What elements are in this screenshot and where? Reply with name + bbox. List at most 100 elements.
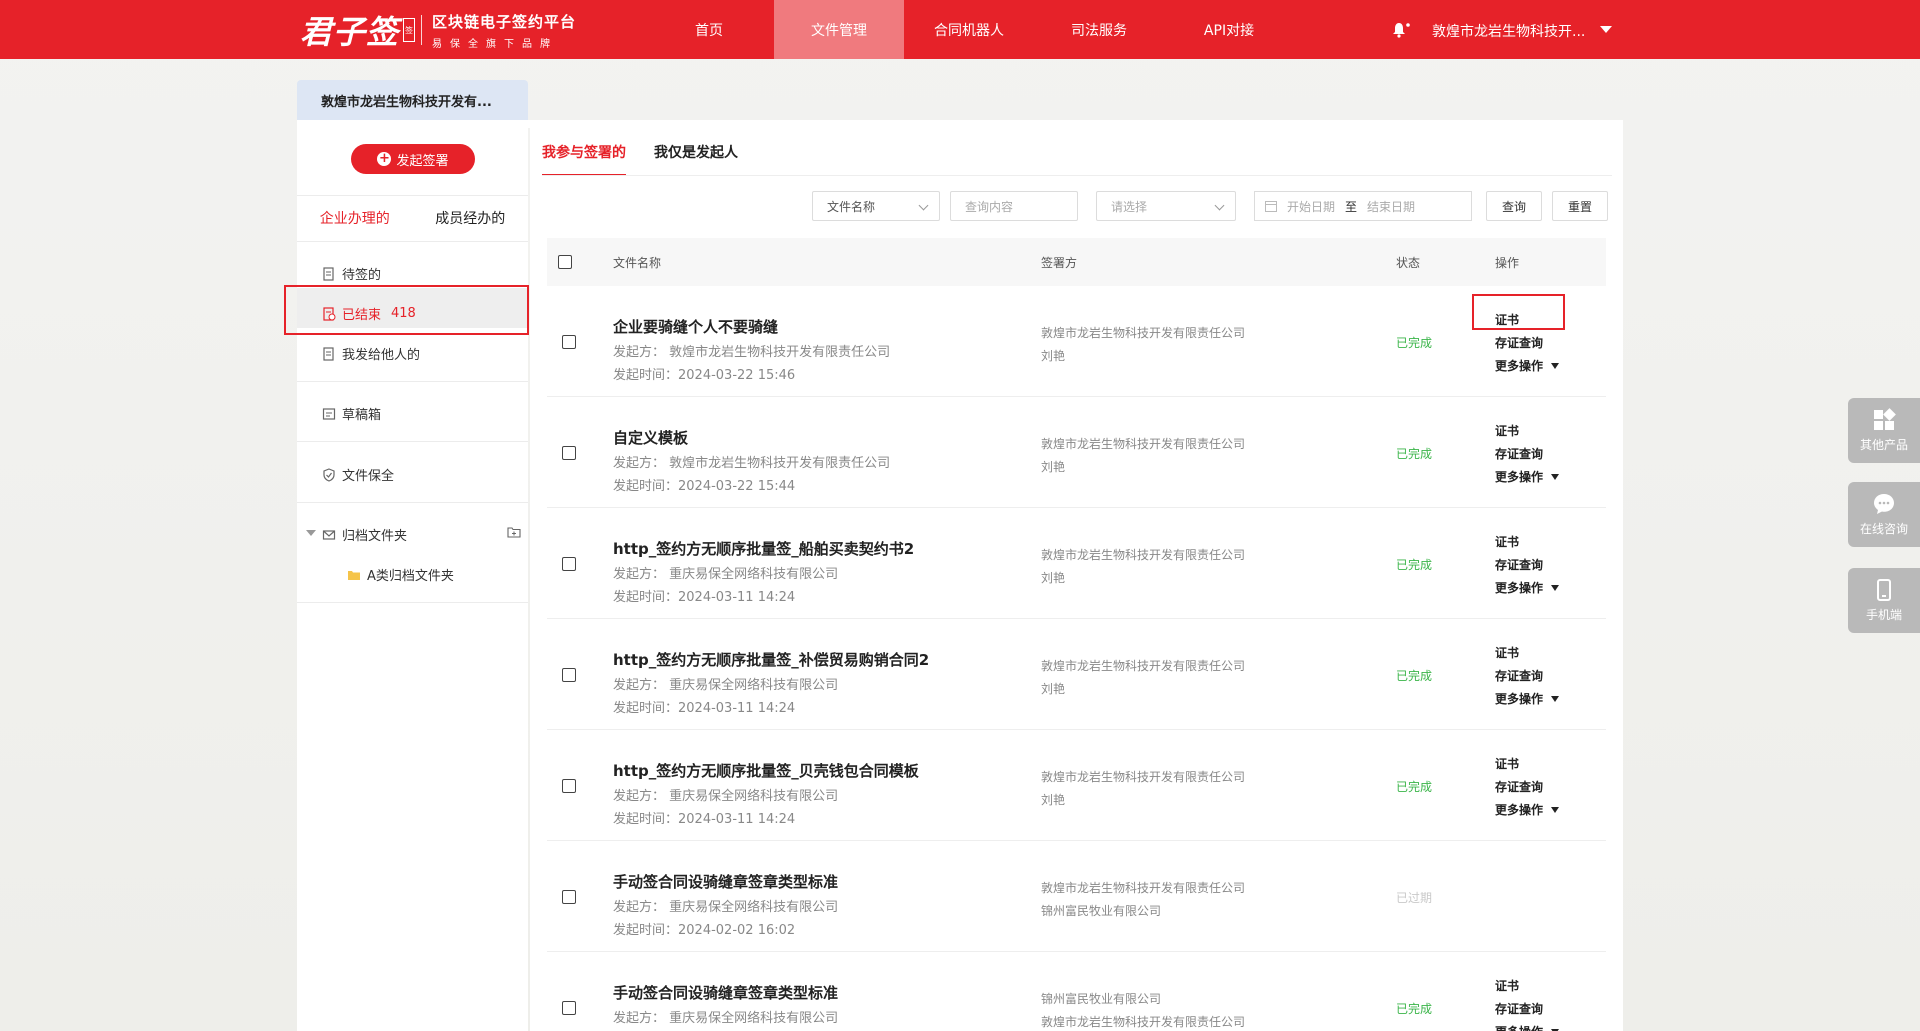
divider	[297, 602, 528, 603]
sidebar-tabs: 企业办理的 成员经办的	[297, 196, 528, 240]
float-mobile[interactable]: 手机端	[1848, 568, 1920, 633]
tab-enterprise-handled[interactable]: 企业办理的	[297, 196, 413, 240]
initiator-label: 发起方：	[613, 789, 666, 804]
table-row[interactable]: 自定义模板 发起方： 敦煌市龙岩生物科技开发有限责任公司 发起时间：2024-03-…	[547, 397, 1606, 508]
header-status: 状态	[1396, 255, 1421, 270]
table-row[interactable]: 手动签合同设骑缝章签章类型标准 发起方： 重庆易保全网络科技有限公司 发起时间：20…	[547, 841, 1606, 952]
more-actions-dropdown[interactable]: 更多操作	[1495, 801, 1560, 818]
sidebar-item-archive-folder[interactable]: 归档文件夹	[322, 525, 407, 544]
time-value: 2024-03-11 14:24	[678, 812, 796, 827]
row-initiator: 发起方： 重庆易保全网络科技有限公司	[613, 563, 838, 582]
sidebar-item-pending[interactable]: 待签的	[322, 264, 381, 283]
evidence-query-link[interactable]: 存证查询	[1495, 778, 1543, 795]
float-online-consult[interactable]: 在线咨询	[1848, 482, 1920, 547]
table-row[interactable]: http_签约方无顺序批量签_补偿贸易购销合同2 发起方： 重庆易保全网络科技有限…	[547, 619, 1606, 730]
logo-divider	[421, 15, 423, 45]
field-select[interactable]: 文件名称	[812, 191, 940, 221]
tab-member-handled[interactable]: 成员经办的	[413, 196, 529, 240]
row-time: 发起时间：2024-02-02 16:02	[613, 919, 795, 938]
more-actions-dropdown[interactable]: 更多操作	[1495, 357, 1560, 374]
initiator-value: 敦煌市龙岩生物科技开发有限责任公司	[669, 345, 891, 360]
top-bar: 君子签 签 区块链电子签约平台 易保全旗下品牌 首页 文件管理 合同机器人 司法…	[0, 0, 1920, 59]
sidebar-item-a-archive[interactable]: A类归档文件夹	[347, 565, 454, 584]
main-nav: 首页 文件管理 合同机器人 司法服务 API对接	[644, 0, 1294, 59]
company-tab[interactable]: 敦煌市龙岩生物科技开发有...	[297, 80, 528, 120]
row-checkbox[interactable]	[562, 779, 576, 793]
main-panel: 我参与签署的 我仅是发起人 文件名称 查询内容 请选择 开始日期 至 结束日期 …	[530, 128, 1623, 1031]
chat-icon	[1874, 494, 1894, 514]
evidence-query-link[interactable]: 存证查询	[1495, 1000, 1543, 1017]
search-button[interactable]: 查询	[1486, 191, 1542, 221]
more-actions-label: 更多操作	[1495, 1025, 1543, 1031]
certificate-link[interactable]: 证书	[1495, 977, 1519, 994]
sidebar-item-file-preservation[interactable]: 文件保全	[322, 465, 394, 484]
folder-icon	[348, 570, 360, 580]
row-checkbox[interactable]	[562, 557, 576, 571]
caret-down-icon[interactable]	[1600, 26, 1612, 33]
sidebar-item-drafts[interactable]: 草稿箱	[322, 404, 381, 423]
nav-contract-robot[interactable]: 合同机器人	[904, 0, 1034, 59]
initiator-label: 发起方：	[613, 1011, 666, 1026]
certificate-link[interactable]: 证书	[1495, 644, 1519, 661]
select-all-checkbox[interactable]	[558, 255, 572, 269]
brand-logo[interactable]: 君子签 签 区块链电子签约平台 易保全旗下品牌	[300, 8, 576, 52]
more-actions-dropdown[interactable]: 更多操作	[1495, 690, 1560, 707]
time-value: 2024-03-22 15:46	[678, 368, 796, 383]
status-select[interactable]: 请选择	[1096, 191, 1236, 221]
table-row[interactable]: http_签约方无顺序批量签_船舶买卖契约书2 发起方： 重庆易保全网络科技有限公…	[547, 508, 1606, 619]
float-other-products[interactable]: 其他产品	[1848, 398, 1920, 463]
table-row[interactable]: http_签约方无顺序批量签_贝壳钱包合同模板 发起方： 重庆易保全网络科技有限公…	[547, 730, 1606, 841]
evidence-query-link[interactable]: 存证查询	[1495, 334, 1543, 351]
row-title[interactable]: http_签约方无顺序批量签_贝壳钱包合同模板	[613, 760, 919, 781]
certificate-link[interactable]: 证书	[1495, 755, 1519, 772]
row-signer: 敦煌市龙岩生物科技开发有限责任公司	[1041, 326, 1246, 340]
more-actions-dropdown[interactable]: 更多操作	[1495, 1023, 1560, 1031]
query-input[interactable]: 查询内容	[950, 191, 1078, 221]
more-actions-dropdown[interactable]: 更多操作	[1495, 468, 1560, 485]
nav-judicial-service[interactable]: 司法服务	[1034, 0, 1164, 59]
time-label: 发起时间：	[613, 923, 679, 938]
add-folder-icon[interactable]	[507, 526, 521, 538]
row-title[interactable]: http_签约方无顺序批量签_船舶买卖契约书2	[613, 538, 914, 559]
caret-down-icon[interactable]	[306, 530, 316, 536]
row-title[interactable]: 手动签合同设骑缝章签章类型标准	[613, 871, 838, 892]
row-title[interactable]: 自定义模板	[613, 427, 688, 448]
row-title[interactable]: http_签约方无顺序批量签_补偿贸易购销合同2	[613, 649, 929, 670]
row-initiator: 发起方： 重庆易保全网络科技有限公司	[613, 896, 838, 915]
tab-initiator-only[interactable]: 我仅是发起人	[654, 128, 738, 176]
current-user-name[interactable]: 敦煌市龙岩生物科技开...	[1432, 21, 1585, 41]
row-title[interactable]: 手动签合同设骑缝章签章类型标准	[613, 982, 838, 1003]
row-checkbox[interactable]	[562, 890, 576, 904]
initiator-label: 发起方：	[613, 900, 666, 915]
reset-button[interactable]: 重置	[1552, 191, 1608, 221]
evidence-query-link[interactable]: 存证查询	[1495, 445, 1543, 462]
evidence-query-link[interactable]: 存证查询	[1495, 556, 1543, 573]
start-signing-button[interactable]: + 发起签署	[351, 144, 475, 174]
time-value: 2024-03-11 14:24	[678, 701, 796, 716]
row-initiator: 发起方： 重庆易保全网络科技有限公司	[613, 674, 838, 693]
time-label: 发起时间：	[613, 701, 679, 716]
row-checkbox[interactable]	[562, 668, 576, 682]
nav-home[interactable]: 首页	[644, 0, 774, 59]
initiator-value: 重庆易保全网络科技有限公司	[669, 900, 839, 915]
table-row[interactable]: 企业要骑缝个人不要骑缝 发起方： 敦煌市龙岩生物科技开发有限责任公司 发起时间：20…	[547, 286, 1606, 397]
certificate-link[interactable]: 证书	[1495, 533, 1519, 550]
more-actions-label: 更多操作	[1495, 803, 1544, 817]
bell-icon[interactable]	[1392, 22, 1410, 38]
row-checkbox[interactable]	[562, 446, 576, 460]
page-card-top	[297, 120, 1623, 128]
sidebar-item-sent-to-others[interactable]: 我发给他人的	[322, 344, 420, 363]
row-checkbox[interactable]	[562, 335, 576, 349]
row-initiator: 发起方： 敦煌市龙岩生物科技开发有限责任公司	[613, 341, 890, 360]
certificate-link[interactable]: 证书	[1495, 422, 1519, 439]
table-row[interactable]: 手动签合同设骑缝章签章类型标准发起方： 重庆易保全网络科技有限公司发起时间：锦州…	[547, 952, 1606, 1031]
more-actions-dropdown[interactable]: 更多操作	[1495, 579, 1560, 596]
nav-api[interactable]: API对接	[1164, 0, 1294, 59]
row-title[interactable]: 企业要骑缝个人不要骑缝	[613, 316, 778, 337]
date-range-picker[interactable]: 开始日期 至 结束日期	[1254, 191, 1472, 221]
nav-file-management[interactable]: 文件管理	[774, 0, 904, 59]
tab-participated[interactable]: 我参与签署的	[542, 128, 626, 176]
evidence-query-link[interactable]: 存证查询	[1495, 667, 1543, 684]
row-checkbox[interactable]	[562, 1001, 576, 1015]
float-label: 在线咨询	[1859, 522, 1908, 536]
